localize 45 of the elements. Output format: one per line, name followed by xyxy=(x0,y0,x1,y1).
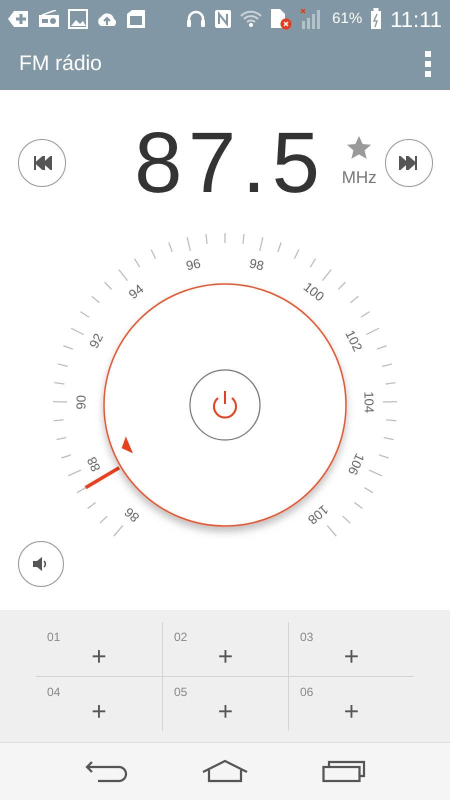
pointer-icon xyxy=(122,436,133,454)
dial-label: 100 xyxy=(300,279,328,304)
preset-button[interactable]: 01 + xyxy=(36,622,162,676)
frequency-display: 87.5 xyxy=(134,120,326,206)
add-icon xyxy=(8,9,30,29)
dial-label: 92 xyxy=(86,330,106,351)
wifi-icon xyxy=(240,10,262,28)
app-title: FM rádio xyxy=(19,51,102,78)
volume-button[interactable] xyxy=(18,541,64,587)
image-icon xyxy=(68,9,88,29)
dial-label: 102 xyxy=(342,328,366,354)
next-station-button[interactable] xyxy=(385,139,433,187)
radio-icon xyxy=(38,10,60,28)
power-button[interactable] xyxy=(189,369,261,441)
dial-label: 98 xyxy=(248,256,266,274)
menu-icon xyxy=(424,51,432,77)
dial-label: 106 xyxy=(345,451,368,478)
preset-button[interactable]: 02 + xyxy=(163,622,288,676)
back-icon xyxy=(84,759,128,784)
dial-label: 108 xyxy=(305,502,332,528)
preset-button[interactable]: 04 + xyxy=(36,677,162,731)
battery-percent: 61% xyxy=(332,8,362,29)
frequency-unit: MHz xyxy=(342,167,377,190)
preset-button[interactable]: 06 + xyxy=(289,677,414,731)
preset-button[interactable]: 05 + xyxy=(163,677,288,731)
dial-label: 86 xyxy=(121,504,142,526)
dial-label: 104 xyxy=(361,391,377,414)
sim-error-icon xyxy=(270,8,292,30)
battery-charging-icon xyxy=(370,8,382,30)
skip-back-icon xyxy=(32,156,52,170)
previous-station-button[interactable] xyxy=(18,139,66,187)
tuning-knob[interactable] xyxy=(103,283,347,527)
headset-icon xyxy=(186,9,206,29)
skip-forward-icon xyxy=(399,156,419,170)
favorite-star-icon[interactable] xyxy=(345,135,374,162)
home-icon xyxy=(200,759,249,784)
speaker-icon xyxy=(33,557,49,571)
preset-button[interactable]: 03 + xyxy=(289,622,414,676)
recent-apps-icon xyxy=(322,759,366,784)
dial-label: 88 xyxy=(84,454,104,474)
dial-label: 94 xyxy=(126,281,146,302)
dial-label: 90 xyxy=(73,394,89,410)
dial-label: 96 xyxy=(184,256,202,274)
clock-time: 11:11 xyxy=(390,6,442,34)
nfc-icon xyxy=(214,9,232,29)
